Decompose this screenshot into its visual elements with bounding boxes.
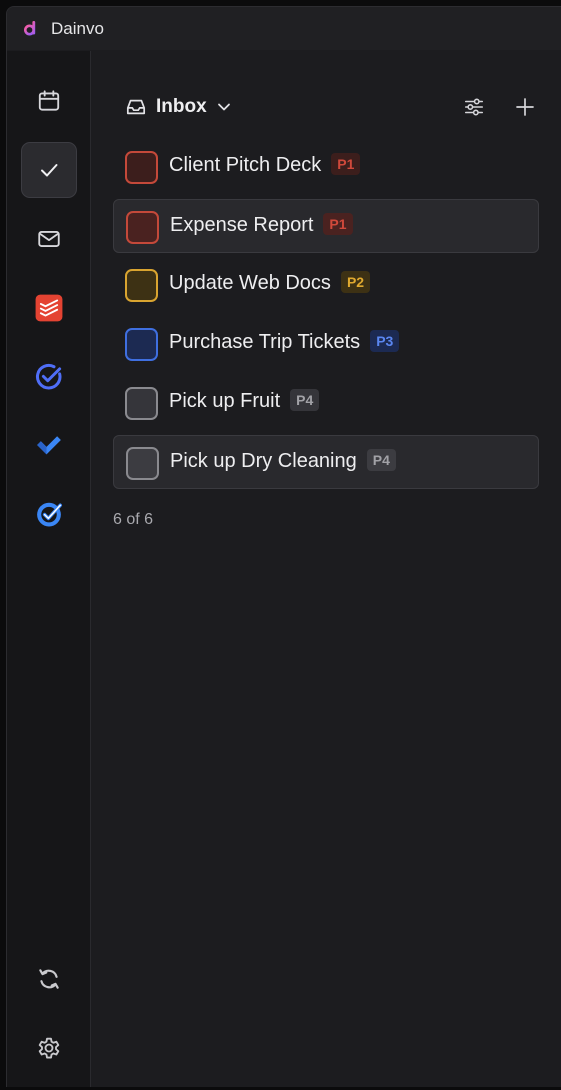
task-title: Update Web Docs <box>169 272 331 294</box>
sidebar-item-microsoft-todo[interactable] <box>21 417 77 473</box>
task-panel: Inbox Client Pitch Deck P1 Expense Repor… <box>91 51 561 1087</box>
inbox-tray-icon <box>126 99 146 115</box>
list-title: Inbox <box>156 96 207 117</box>
dainvo-logo-icon <box>24 21 36 36</box>
task-count: 6 of 6 <box>113 511 154 528</box>
filter-button[interactable] <box>462 95 486 119</box>
priority-badge: P4 <box>366 449 396 471</box>
priority-badge: P4 <box>290 389 320 411</box>
checkmark-icon <box>41 164 58 177</box>
add-task-button[interactable] <box>513 95 537 119</box>
priority-badge: P3 <box>370 330 400 352</box>
task-item[interactable]: Client Pitch Deck P1 <box>113 140 539 194</box>
title-bar: Dainvo <box>7 7 561 50</box>
priority-badge: P2 <box>340 271 371 293</box>
chevron-down-icon <box>217 103 230 111</box>
sidebar-item-target-check[interactable] <box>21 486 77 542</box>
gear-icon <box>38 1037 60 1059</box>
sidebar-item-calendar[interactable] <box>21 73 77 129</box>
task-title: Purchase Trip Tickets <box>169 331 361 353</box>
task-item[interactable]: Expense Report P1 <box>113 199 539 253</box>
target-check-icon <box>37 502 62 527</box>
circle-check-icon <box>36 363 62 390</box>
priority-badge: P1 <box>323 213 353 235</box>
app-title: Dainvo <box>51 19 104 38</box>
sidebar-item-mail[interactable] <box>21 211 77 267</box>
ms-todo-check-icon <box>37 436 61 455</box>
task-item[interactable]: Purchase Trip Tickets P3 <box>113 317 539 371</box>
sidebar-item-tick-circle[interactable] <box>21 349 77 405</box>
priority-badge: P1 <box>331 153 361 175</box>
plus-icon <box>516 98 534 116</box>
sidebar <box>7 51 91 1087</box>
sync-icon <box>39 969 59 989</box>
calendar-icon <box>38 90 60 111</box>
app-window: Dainvo Inbox Client Pitch Deck P1 Expens… <box>6 6 561 1087</box>
task-checkbox[interactable] <box>126 447 159 480</box>
task-item[interactable]: Pick up Dry Cleaning P4 <box>113 435 539 489</box>
task-title: Client Pitch Deck <box>169 154 322 176</box>
task-checkbox[interactable] <box>125 151 158 184</box>
task-checkbox[interactable] <box>125 269 158 302</box>
task-checkbox[interactable] <box>125 328 158 361</box>
task-item[interactable]: Update Web Docs P2 <box>113 258 539 312</box>
list-selector[interactable]: Inbox <box>125 95 231 119</box>
todoist-icon <box>35 294 63 322</box>
task-checkbox[interactable] <box>125 387 158 420</box>
sync-button[interactable] <box>21 951 77 1007</box>
task-item[interactable]: Pick up Fruit P4 <box>113 376 539 430</box>
sidebar-item-todoist[interactable] <box>21 280 77 336</box>
task-title: Pick up Fruit <box>169 390 281 412</box>
settings-button[interactable] <box>21 1020 77 1076</box>
task-title: Pick up Dry Cleaning <box>170 450 357 472</box>
task-checkbox[interactable] <box>126 211 159 244</box>
sidebar-item-tasks[interactable] <box>21 142 77 198</box>
mail-icon <box>38 231 60 247</box>
sliders-icon <box>464 98 484 116</box>
task-title: Expense Report <box>170 214 314 236</box>
